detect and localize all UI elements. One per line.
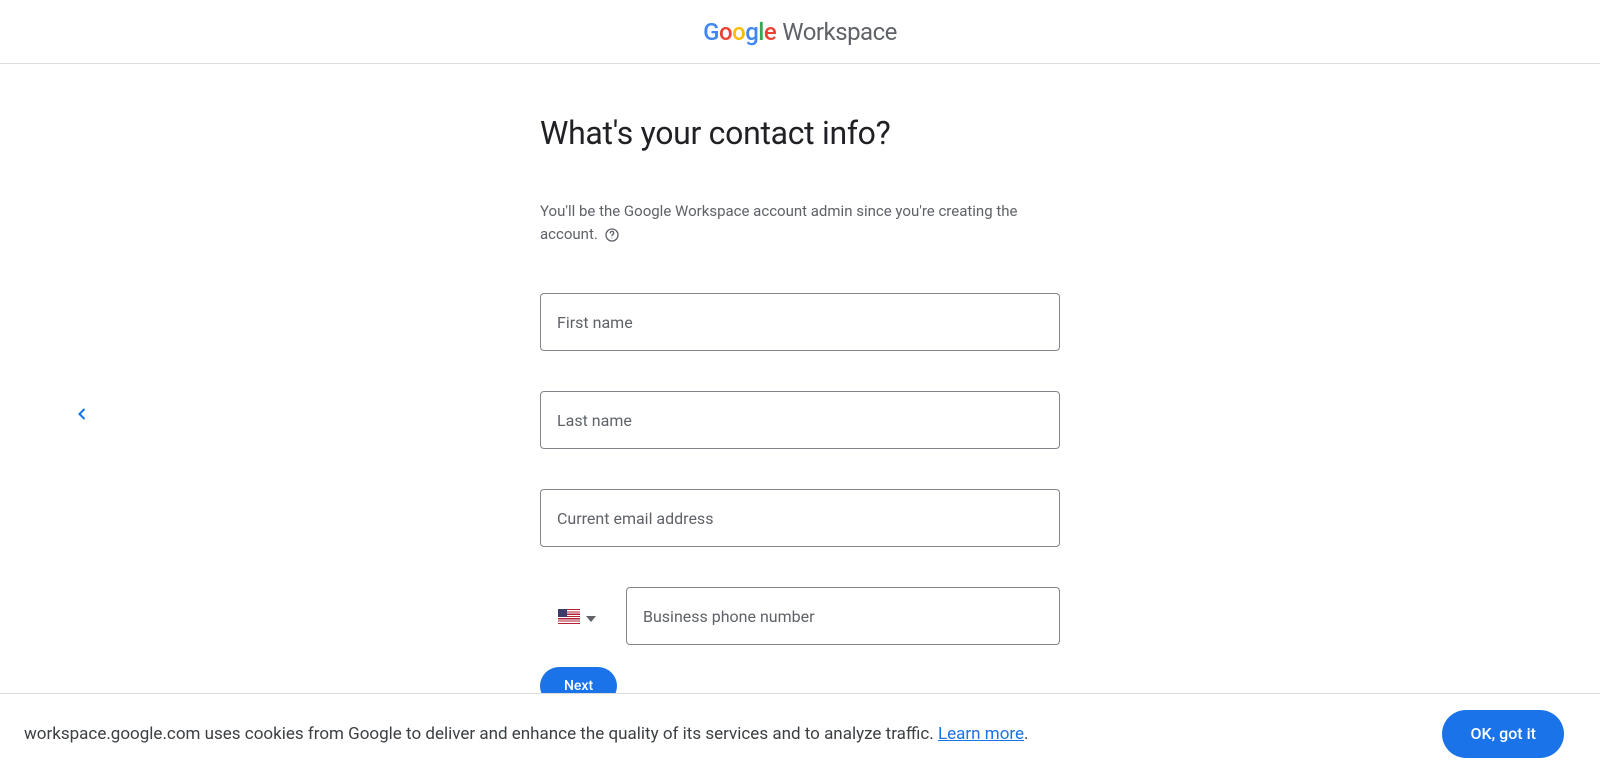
- email-input[interactable]: [540, 489, 1060, 547]
- phone-input[interactable]: [626, 587, 1060, 645]
- learn-more-link[interactable]: Learn more: [938, 724, 1024, 744]
- main-content: What's your contact info? You'll be the …: [0, 64, 1600, 705]
- first-name-input[interactable]: [540, 293, 1060, 351]
- logo-product-text: Workspace: [782, 18, 897, 46]
- cookie-period: .: [1024, 724, 1028, 744]
- last-name-input[interactable]: [540, 391, 1060, 449]
- admin-description: You'll be the Google Workspace account a…: [540, 200, 1060, 245]
- chevron-down-icon: [586, 607, 596, 626]
- header: Google Workspace: [0, 0, 1600, 64]
- help-icon[interactable]: [604, 227, 620, 243]
- google-workspace-logo: Google Workspace: [703, 18, 897, 46]
- back-button[interactable]: [72, 404, 92, 428]
- signup-form: What's your contact info? You'll be the …: [540, 114, 1060, 705]
- country-code-selector[interactable]: [554, 599, 600, 634]
- chevron-left-icon: [72, 409, 92, 428]
- us-flag-icon: [558, 609, 580, 624]
- phone-row: [540, 587, 1060, 645]
- cookie-accept-button[interactable]: OK, got it: [1442, 710, 1564, 758]
- cookie-banner: workspace.google.com uses cookies from G…: [0, 693, 1600, 773]
- cookie-message: workspace.google.com uses cookies from G…: [24, 724, 1029, 744]
- page-title: What's your contact info?: [540, 114, 1060, 152]
- cookie-text: workspace.google.com uses cookies from G…: [24, 724, 938, 744]
